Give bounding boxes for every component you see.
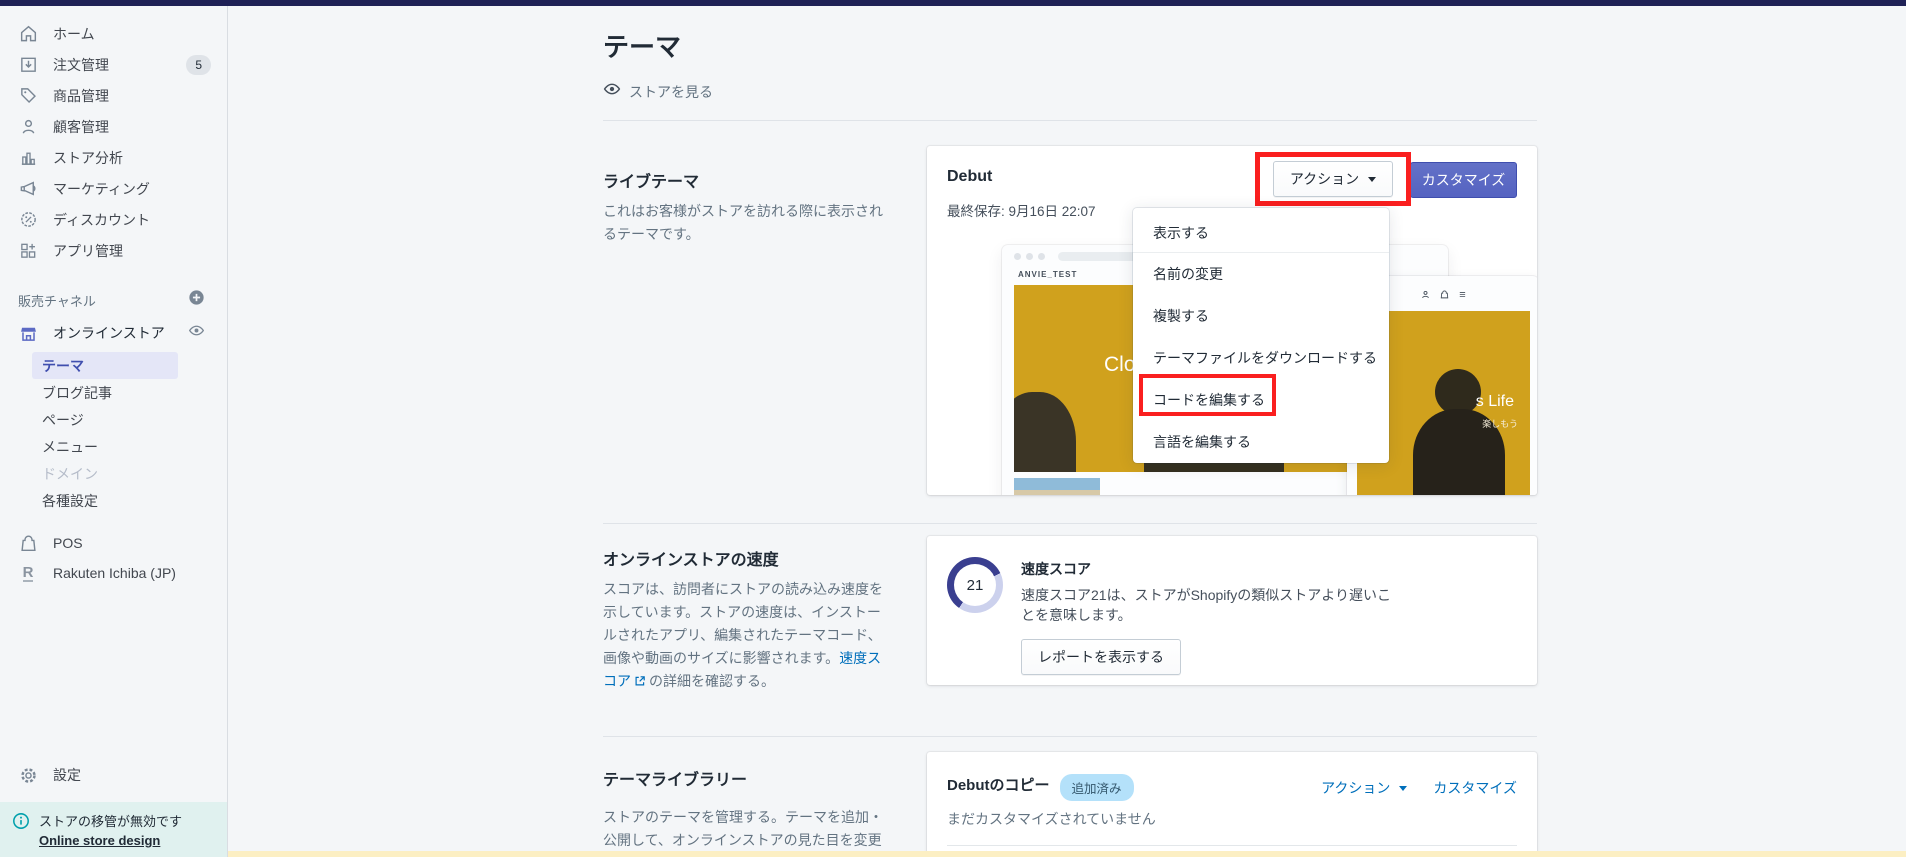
preview-subheading-text-mobile: 楽しもう: [1482, 419, 1518, 429]
sidebar-item-home[interactable]: ホーム: [0, 18, 227, 49]
speed-score-gauge: 21: [947, 557, 1003, 613]
library-theme-status: まだカスタマイズされていません: [947, 811, 1156, 827]
sidebar-item-domains[interactable]: ドメイン: [0, 460, 227, 487]
view-online-store-eye-icon[interactable]: [188, 322, 205, 344]
sales-channels-header: 販売チャネル: [0, 288, 227, 312]
actions-button[interactable]: アクション: [1272, 161, 1394, 197]
rakuten-icon: R: [22, 563, 34, 582]
hamburger-menu-icon: ≡: [1459, 289, 1466, 301]
pos-bag-icon: [18, 533, 38, 553]
model-silhouette: [1014, 392, 1076, 472]
store-transfer-notice: ストアの移管が無効です Online store design: [0, 802, 227, 857]
page-title: テーマ: [603, 32, 682, 62]
speed-card-body: 速度スコア21は、ストアがShopifyの類似ストアより遅いことを意味します。: [1021, 587, 1391, 623]
view-store-link[interactable]: ストアを見る: [603, 80, 713, 103]
storefront-icon: [18, 323, 38, 343]
speed-card-title: 速度スコア: [1021, 561, 1091, 577]
last-saved-text: 最終保存: 9月16日 22:07: [947, 204, 1096, 219]
sidebar-item-pages[interactable]: ページ: [0, 406, 227, 433]
actions-dropdown-menu: 表示する 名前の変更 複製する テーマファイルをダウンロードする コードを編集す…: [1133, 208, 1389, 463]
sidebar-item-menus[interactable]: メニュー: [0, 433, 227, 460]
menu-item-preview[interactable]: 表示する: [1133, 214, 1389, 252]
sidebar-item-orders[interactable]: 注文管理 5: [0, 49, 227, 80]
section-divider: [603, 523, 1537, 524]
top-bar: [0, 0, 1906, 6]
browser-dot-icon: [1014, 252, 1021, 260]
sidebar-item-marketing[interactable]: マーケティング: [0, 173, 227, 204]
menu-item-duplicate[interactable]: 複製する: [1133, 295, 1389, 337]
sidebar-item-online-store[interactable]: オンラインストア: [0, 318, 227, 348]
preview-thumbnail: [1014, 478, 1100, 495]
sidebar-item-pos[interactable]: POS: [0, 528, 227, 558]
add-channel-icon[interactable]: [188, 289, 205, 311]
gear-icon: [18, 765, 38, 785]
sidebar: ホーム 注文管理 5 商品管理 顧客管理 ストア分析 マーケティング ディスカウ…: [0, 6, 228, 857]
sidebar-item-rakuten[interactable]: R Rakuten Ichiba (JP): [0, 558, 227, 588]
speed-score-value: 21: [954, 564, 996, 606]
menu-item-edit-code[interactable]: コードを編集する: [1133, 379, 1389, 421]
menu-item-download-theme-file[interactable]: テーマファイルをダウンロードする: [1133, 337, 1389, 379]
library-customize-link[interactable]: カスタマイズ: [1433, 778, 1517, 798]
library-section-description: ストアのテーマを管理する。テーマを追加・公開して、オンラインストアの見た目を変更: [603, 809, 883, 848]
info-icon: [12, 812, 30, 835]
section-divider: [603, 736, 1537, 737]
menu-item-rename[interactable]: 名前の変更: [1133, 253, 1389, 295]
notice-text: ストアの移管が無効です: [39, 814, 183, 829]
sidebar-item-customers[interactable]: 顧客管理: [0, 111, 227, 142]
preview-brand-text: ANVIE_TEST: [1018, 270, 1078, 279]
sidebar-item-blog-posts[interactable]: ブログ記事: [0, 379, 227, 406]
theme-library-card: Debutのコピー 追加済み アクション カスタマイズ まだカスタマイズされてい…: [927, 752, 1537, 857]
sidebar-item-analytics[interactable]: ストア分析: [0, 142, 227, 173]
live-theme-section-description: これはお客様がストアを訪れる際に表示されるテーマです。: [603, 203, 883, 242]
cart-bag-icon: [1440, 286, 1449, 304]
sidebar-item-discounts[interactable]: ディスカウント: [0, 204, 227, 235]
added-status-badge: 追加済み: [1059, 774, 1134, 801]
megaphone-icon: [18, 179, 38, 199]
sidebar-item-preferences[interactable]: 各種設定: [0, 487, 227, 514]
account-icon: [1421, 286, 1430, 304]
orders-count-badge: 5: [186, 54, 211, 75]
customize-button[interactable]: カスタマイズ: [1410, 162, 1517, 198]
orders-icon: [18, 55, 38, 75]
browser-dot-icon: [1038, 252, 1045, 260]
library-theme-name: Debutのコピー: [947, 777, 1050, 794]
customer-icon: [18, 117, 38, 137]
browser-dot-icon: [1026, 252, 1033, 260]
online-store-design-link[interactable]: Online store design: [39, 833, 182, 848]
eye-icon: [603, 80, 621, 103]
home-icon: [18, 24, 38, 44]
live-theme-name: Debut: [947, 168, 993, 185]
menu-item-edit-languages[interactable]: 言語を編集する: [1133, 421, 1389, 463]
sidebar-item-products[interactable]: 商品管理: [0, 80, 227, 111]
section-divider: [603, 120, 1537, 121]
bottom-banner-edge: [228, 851, 1906, 857]
bar-chart-icon: [18, 148, 38, 168]
sidebar-item-themes[interactable]: テーマ: [32, 352, 178, 379]
sidebar-item-apps[interactable]: アプリ管理: [0, 235, 227, 266]
chevron-down-icon: [1368, 176, 1377, 182]
preview-heading-text: Clo: [1104, 353, 1136, 376]
library-actions-link[interactable]: アクション: [1321, 778, 1408, 798]
card-divider: [947, 845, 1517, 846]
shopify-admin-window: ホーム 注文管理 5 商品管理 顧客管理 ストア分析 マーケティング ディスカウ…: [0, 0, 1906, 857]
apps-icon: [18, 241, 38, 261]
view-report-button[interactable]: レポートを表示する: [1021, 639, 1181, 675]
library-section-title: テーマライブラリー: [603, 772, 748, 789]
sidebar-item-settings[interactable]: 設定: [0, 760, 227, 790]
chevron-down-icon: [1399, 785, 1408, 791]
speed-section-title: オンラインストアの速度: [603, 552, 779, 569]
tag-icon: [18, 86, 38, 106]
live-theme-section-title: ライブテーマ: [603, 174, 700, 191]
speed-score-card: 21 速度スコア 速度スコア21は、ストアがShopifyの類似ストアより遅いこ…: [927, 536, 1537, 685]
speed-section-description: スコアは、訪問者にストアの読み込み速度を示しています。ストアの速度は、インストー…: [603, 578, 891, 694]
highlight-actions-box: アクション: [1255, 152, 1411, 206]
discount-icon: [18, 210, 38, 230]
external-link-icon: [634, 671, 646, 694]
preview-heading-text-mobile: s Life: [1475, 393, 1514, 410]
